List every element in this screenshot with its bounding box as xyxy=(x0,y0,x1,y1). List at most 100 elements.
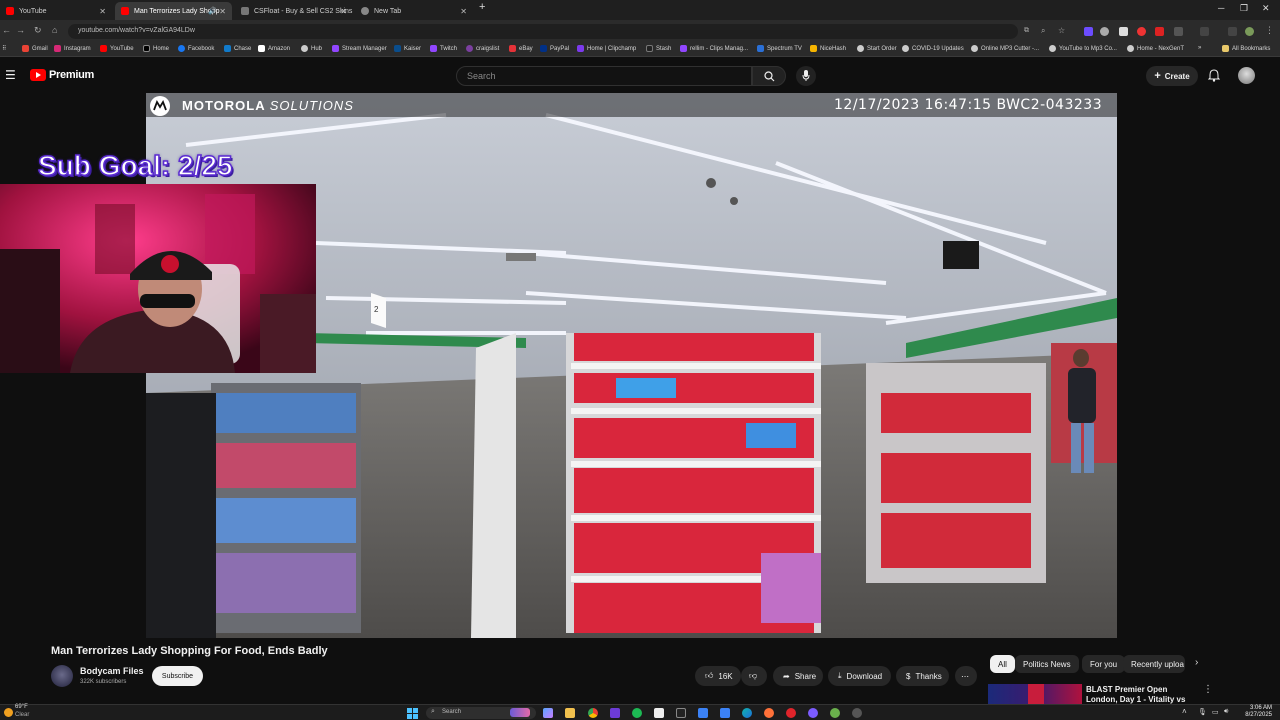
bookmark-star-icon[interactable]: ☆ xyxy=(1058,26,1065,35)
microsoft-store-icon[interactable] xyxy=(720,708,730,718)
close-window-icon[interactable]: ✕ xyxy=(1262,3,1270,14)
notifications-bell-icon[interactable] xyxy=(1208,69,1220,82)
chevron-right-icon[interactable]: › xyxy=(1195,657,1198,668)
bookmark-nexgent[interactable]: Home - NexGenT xyxy=(1127,45,1184,52)
volume-icon[interactable]: 🔊︎ xyxy=(1224,708,1228,716)
app-icon[interactable] xyxy=(610,708,620,718)
bookmark-spectrum[interactable]: Spectrum TV xyxy=(757,45,802,52)
bookmark-covid[interactable]: COVID-19 Updates xyxy=(902,45,964,52)
share-button[interactable]: ➦ Share xyxy=(773,666,823,686)
taskbar-search-input[interactable]: ⌕ Search xyxy=(426,707,536,719)
close-tab-icon[interactable]: ✕ xyxy=(460,7,467,16)
more-bookmarks-icon[interactable]: » xyxy=(1198,45,1201,51)
system-clock[interactable]: 3:06 AM 8/27/2025 xyxy=(1240,705,1272,719)
bookmark-twitch[interactable]: Twitch xyxy=(430,45,457,52)
url-field[interactable]: youtube.com/watch?v=vZalGA94LDw xyxy=(68,24,1018,39)
bookmark-clips-manager[interactable]: rellim - Clips Manag... xyxy=(680,45,748,52)
dislike-button[interactable]: 👎︎ xyxy=(741,666,767,686)
voice-search-button[interactable] xyxy=(796,66,816,86)
bookmark-hub[interactable]: Hub xyxy=(301,45,322,52)
extension-icon[interactable] xyxy=(1084,27,1093,36)
opera-icon[interactable] xyxy=(786,708,796,718)
subscribe-button[interactable]: Subscribe xyxy=(152,666,203,686)
profile-avatar-icon[interactable] xyxy=(1245,27,1254,36)
new-tab-icon[interactable]: + xyxy=(479,1,485,13)
close-tab-icon[interactable]: ✕ xyxy=(99,7,106,16)
tab-csfloat[interactable]: CSFloat - Buy & Sell CS2 Skins ✕ xyxy=(235,2,353,20)
download-button[interactable]: ⤓ Download xyxy=(828,666,891,686)
search-button[interactable] xyxy=(752,66,786,86)
close-tab-icon[interactable]: ✕ xyxy=(219,7,226,16)
bookmark-gmail[interactable]: Gmail xyxy=(22,45,48,52)
bookmark-mp3-cutter[interactable]: Online MP3 Cutter -... xyxy=(971,45,1039,52)
more-vertical-icon[interactable]: ⋮ xyxy=(1203,684,1213,695)
account-avatar[interactable] xyxy=(1238,67,1255,84)
home-icon[interactable]: ⌂ xyxy=(52,25,57,35)
extension-icon[interactable] xyxy=(1155,27,1164,36)
all-bookmarks[interactable]: All Bookmarks xyxy=(1222,45,1270,52)
bookmark-kaiser[interactable]: Kaiser xyxy=(394,45,421,52)
speaker-icon[interactable]: 🔊 xyxy=(208,7,217,15)
menu-kebab-icon[interactable]: ⋮ xyxy=(1265,25,1274,36)
extension-icon[interactable] xyxy=(1137,27,1146,36)
extension-icon[interactable] xyxy=(1100,27,1109,36)
zoom-icon[interactable]: ⌕ xyxy=(1041,26,1045,36)
bookmark-x-home[interactable]: Home xyxy=(143,45,169,52)
tab-youtube[interactable]: YouTube ✕ xyxy=(0,2,112,20)
chevron-up-icon[interactable]: ˄ xyxy=(1182,707,1187,716)
channel-name[interactable]: Bodycam Files xyxy=(80,666,144,676)
bookmark-clipchamp[interactable]: Home | Clipchamp xyxy=(577,45,636,52)
like-button[interactable]: 👍︎ 16K xyxy=(695,666,741,686)
chip-for-you[interactable]: For you xyxy=(1082,655,1126,673)
bookmark-stash[interactable]: Stash xyxy=(646,45,671,52)
bookmark-craigslist[interactable]: craigslist xyxy=(466,45,499,52)
hamburger-menu-icon[interactable]: ☰ xyxy=(5,68,16,82)
minimize-icon[interactable]: ─ xyxy=(1218,3,1224,13)
microphone-icon[interactable]: 🎙︎ xyxy=(1198,708,1207,716)
bookmark-instagram[interactable]: Instagram xyxy=(54,45,91,52)
bookmark-youtube-mp3[interactable]: YouTube to Mp3 Co... xyxy=(1049,45,1117,52)
terminal-icon[interactable] xyxy=(676,708,686,718)
cast-icon[interactable] xyxy=(1228,27,1237,36)
chip-all[interactable]: All xyxy=(990,655,1015,673)
edge-icon[interactable] xyxy=(742,708,752,718)
app-icon[interactable] xyxy=(852,708,862,718)
tiktok-icon[interactable] xyxy=(654,708,664,718)
youtube-premium-logo[interactable]: Premium xyxy=(30,69,94,81)
notepad-icon[interactable] xyxy=(698,708,708,718)
close-tab-icon[interactable]: ✕ xyxy=(340,7,347,16)
firefox-icon[interactable] xyxy=(764,708,774,718)
extensions-puzzle-icon[interactable] xyxy=(1174,27,1183,36)
maximize-icon[interactable]: ❐ xyxy=(1240,3,1248,14)
bookmark-amazon[interactable]: Amazon xyxy=(258,45,290,52)
apps-icon[interactable]: ⠿ xyxy=(2,45,6,52)
chip-politics-news[interactable]: Politics News xyxy=(1015,655,1079,673)
network-icon[interactable]: ▭ xyxy=(1212,708,1219,716)
chip-recently-uploaded[interactable]: Recently uploa xyxy=(1123,655,1185,673)
tab-new-tab[interactable]: New Tab ✕ xyxy=(355,2,473,20)
sidebar-icon[interactable] xyxy=(1200,27,1209,36)
bookmark-paypal[interactable]: PayPal xyxy=(540,45,569,52)
channel-avatar[interactable] xyxy=(51,665,73,687)
spotify-icon[interactable] xyxy=(632,708,642,718)
tab-current-video[interactable]: Man Terrorizes Lady Shopp 🔊 ✕ xyxy=(115,2,232,20)
bookmark-nicehash[interactable]: NiceHash xyxy=(810,45,846,52)
chrome-icon[interactable] xyxy=(588,708,598,718)
install-icon[interactable]: ⧉ xyxy=(1024,27,1029,35)
recommended-video-thumbnail[interactable] xyxy=(988,684,1082,704)
search-input[interactable]: Search xyxy=(456,66,752,86)
bookmark-start-order[interactable]: Start Order xyxy=(857,45,897,52)
file-explorer-icon[interactable] xyxy=(565,708,575,718)
windows-start-icon[interactable] xyxy=(407,708,418,719)
app-icon[interactable] xyxy=(830,708,840,718)
bookmark-chase[interactable]: Chase xyxy=(224,45,251,52)
forward-icon[interactable]: → xyxy=(16,25,25,35)
copilot-icon[interactable] xyxy=(543,708,553,718)
more-actions-button[interactable]: ⋯ xyxy=(955,666,977,686)
bookmark-stream-manager[interactable]: Stream Manager xyxy=(332,45,387,52)
bookmark-youtube[interactable]: YouTube xyxy=(100,45,134,52)
thanks-button[interactable]: $ Thanks xyxy=(896,666,949,686)
app-icon[interactable] xyxy=(808,708,818,718)
create-button[interactable]: + Create xyxy=(1146,66,1198,86)
bookmark-facebook[interactable]: Facebook xyxy=(178,45,214,52)
